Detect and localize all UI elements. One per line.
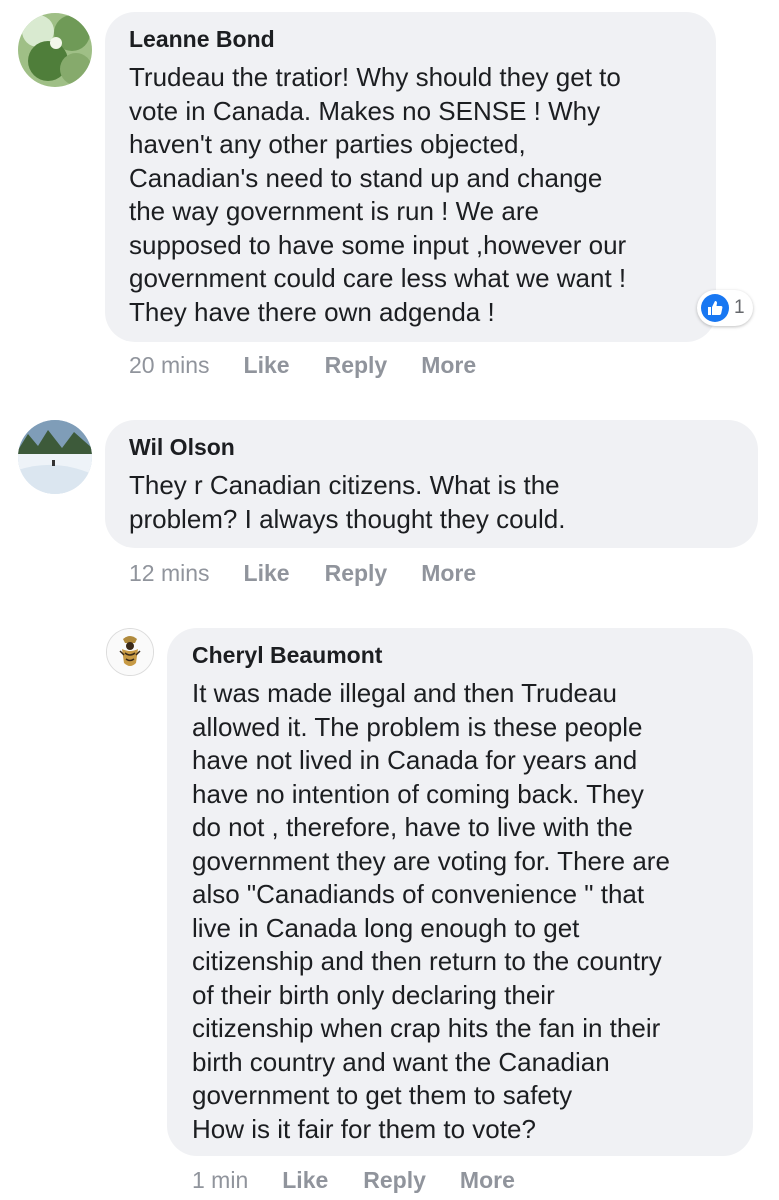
more-button[interactable]: More — [460, 1167, 515, 1194]
timestamp[interactable]: 20 mins — [129, 352, 210, 379]
avatar[interactable] — [18, 420, 92, 494]
like-button[interactable]: Like — [244, 560, 290, 587]
author-name[interactable]: Leanne Bond — [129, 26, 275, 53]
avatar[interactable] — [106, 628, 154, 676]
author-name[interactable]: Wil Olson — [129, 434, 235, 461]
reply-button[interactable]: Reply — [363, 1167, 426, 1194]
timestamp[interactable]: 12 mins — [129, 560, 210, 587]
more-button[interactable]: More — [421, 352, 476, 379]
reaction-count: 1 — [734, 297, 745, 318]
author-name[interactable]: Cheryl Beaumont — [192, 642, 382, 669]
comment-text: They r Canadian citizens. What is the pr… — [129, 470, 566, 534]
like-icon — [701, 294, 729, 322]
more-button[interactable]: More — [421, 560, 476, 587]
timestamp[interactable]: 1 min — [192, 1167, 248, 1194]
like-button[interactable]: Like — [244, 352, 290, 379]
comment-text: It was made illegal and then Trudeau all… — [192, 678, 670, 1144]
comment-actions: 12 mins Like Reply More — [129, 560, 476, 587]
like-button[interactable]: Like — [282, 1167, 328, 1194]
comment-actions: 20 mins Like Reply More — [129, 352, 476, 379]
reaction-summary[interactable]: 1 — [697, 290, 753, 326]
reply-button[interactable]: Reply — [325, 560, 388, 587]
avatar[interactable] — [18, 13, 92, 87]
comment-text: Trudeau the tratior! Why should they get… — [129, 62, 627, 327]
comment-actions: 1 min Like Reply More — [192, 1167, 515, 1194]
reply-button[interactable]: Reply — [325, 352, 388, 379]
